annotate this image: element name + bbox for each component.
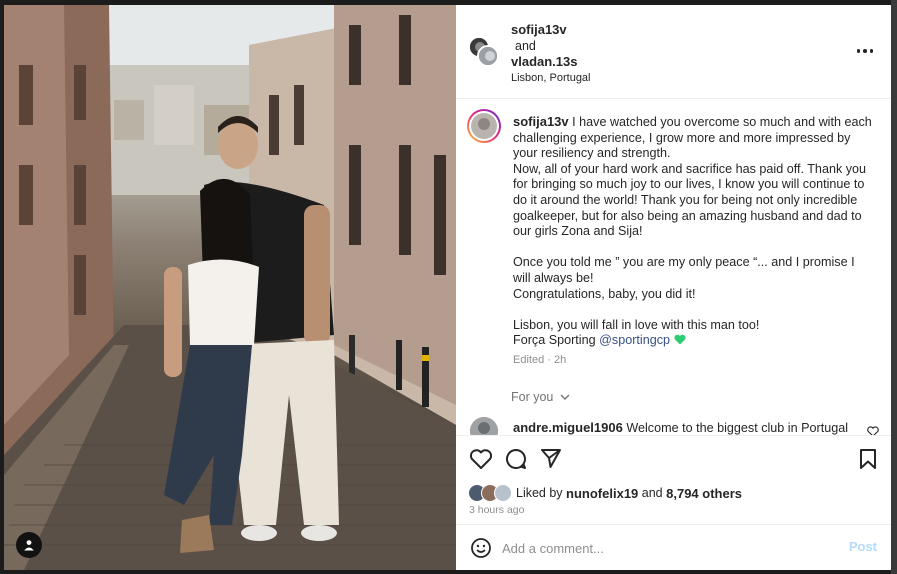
post-header: sofija13v and vladan.13s Lisbon, Portuga… <box>456 5 891 99</box>
action-bar: Liked by nunofelix19 and 8,794 others 3 … <box>456 435 891 525</box>
likes-summary[interactable]: Liked by nunofelix19 and 8,794 others <box>468 484 742 502</box>
caption-author-avatar[interactable] <box>467 109 501 143</box>
post-modal: sofija13v and vladan.13s Lisbon, Portuga… <box>0 0 897 574</box>
liked-by-text: Liked by <box>516 486 563 500</box>
for-you-label: For you <box>511 390 554 404</box>
caption-author-username[interactable]: sofija13v <box>513 114 569 129</box>
more-options-icon-dot <box>869 49 874 53</box>
emoji-icon[interactable] <box>470 537 492 559</box>
liker-avatars <box>468 484 514 502</box>
edited-timestamp: Edited · 2h <box>513 354 567 366</box>
commenter-username[interactable]: andre.miguel1906 <box>513 420 623 435</box>
caption-text: sofija13v I have watched you overcome so… <box>513 114 873 349</box>
photo-scene <box>4 5 456 570</box>
post-location[interactable]: Lisbon, Portugal <box>511 70 591 86</box>
comment-icon[interactable] <box>505 448 527 470</box>
save-icon[interactable] <box>858 448 878 470</box>
caption-line-5: Lisbon, you will fall in love with this … <box>513 317 760 332</box>
likes-and-text: and <box>641 486 663 500</box>
liker-username[interactable]: nunofelix19 <box>566 486 638 501</box>
more-options-icon-dot <box>863 49 867 53</box>
chevron-down-icon <box>560 394 570 400</box>
user-tag-button[interactable] <box>16 532 42 558</box>
more-options-button[interactable] <box>855 43 875 59</box>
add-comment-input[interactable] <box>502 538 832 558</box>
post-details-panel: sofija13v and vladan.13s Lisbon, Portuga… <box>456 5 891 570</box>
green-heart-icon <box>673 335 686 345</box>
caption-line-2: Now, all of your hard work and sacrifice… <box>513 161 867 239</box>
mention-link[interactable]: @sportingcp <box>599 333 670 347</box>
liker-avatar-3 <box>494 484 512 502</box>
caption-line-4: Congratulations, baby, you did it! <box>513 286 696 301</box>
add-comment-bar: Post <box>456 524 891 570</box>
more-options-icon <box>856 49 861 53</box>
likes-others-count[interactable]: 8,794 others <box>666 486 742 501</box>
caption-line-3: Once you told me ” you are my only peace… <box>513 255 855 285</box>
comment-row: andre.miguel1906 Welcome to the biggest … <box>456 412 891 435</box>
small-heart-icon[interactable] <box>867 426 879 435</box>
user-tag-icon <box>24 540 34 551</box>
comment-text: Welcome to the biggest club in Portugal <box>626 421 849 435</box>
post-time-ago[interactable]: 3 hours ago <box>469 504 524 516</box>
comments-scroll-area[interactable]: sofija13v I have watched you overcome so… <box>456 100 891 435</box>
collab-and-text: and <box>515 39 536 53</box>
post-comment-button[interactable]: Post <box>849 539 877 554</box>
post-photo <box>4 5 456 570</box>
collaborator-avatar[interactable] <box>477 45 499 67</box>
commenter-avatar[interactable] <box>470 417 498 435</box>
page-background-strip <box>891 0 897 574</box>
caption-last-line: Força Sporting <box>513 333 596 348</box>
author-username[interactable]: sofija13v <box>511 22 591 38</box>
collaborator-username[interactable]: vladan.13s <box>511 54 591 70</box>
heart-icon[interactable] <box>469 448 493 470</box>
for-you-dropdown[interactable]: For you <box>511 390 570 404</box>
share-icon[interactable] <box>540 447 562 469</box>
